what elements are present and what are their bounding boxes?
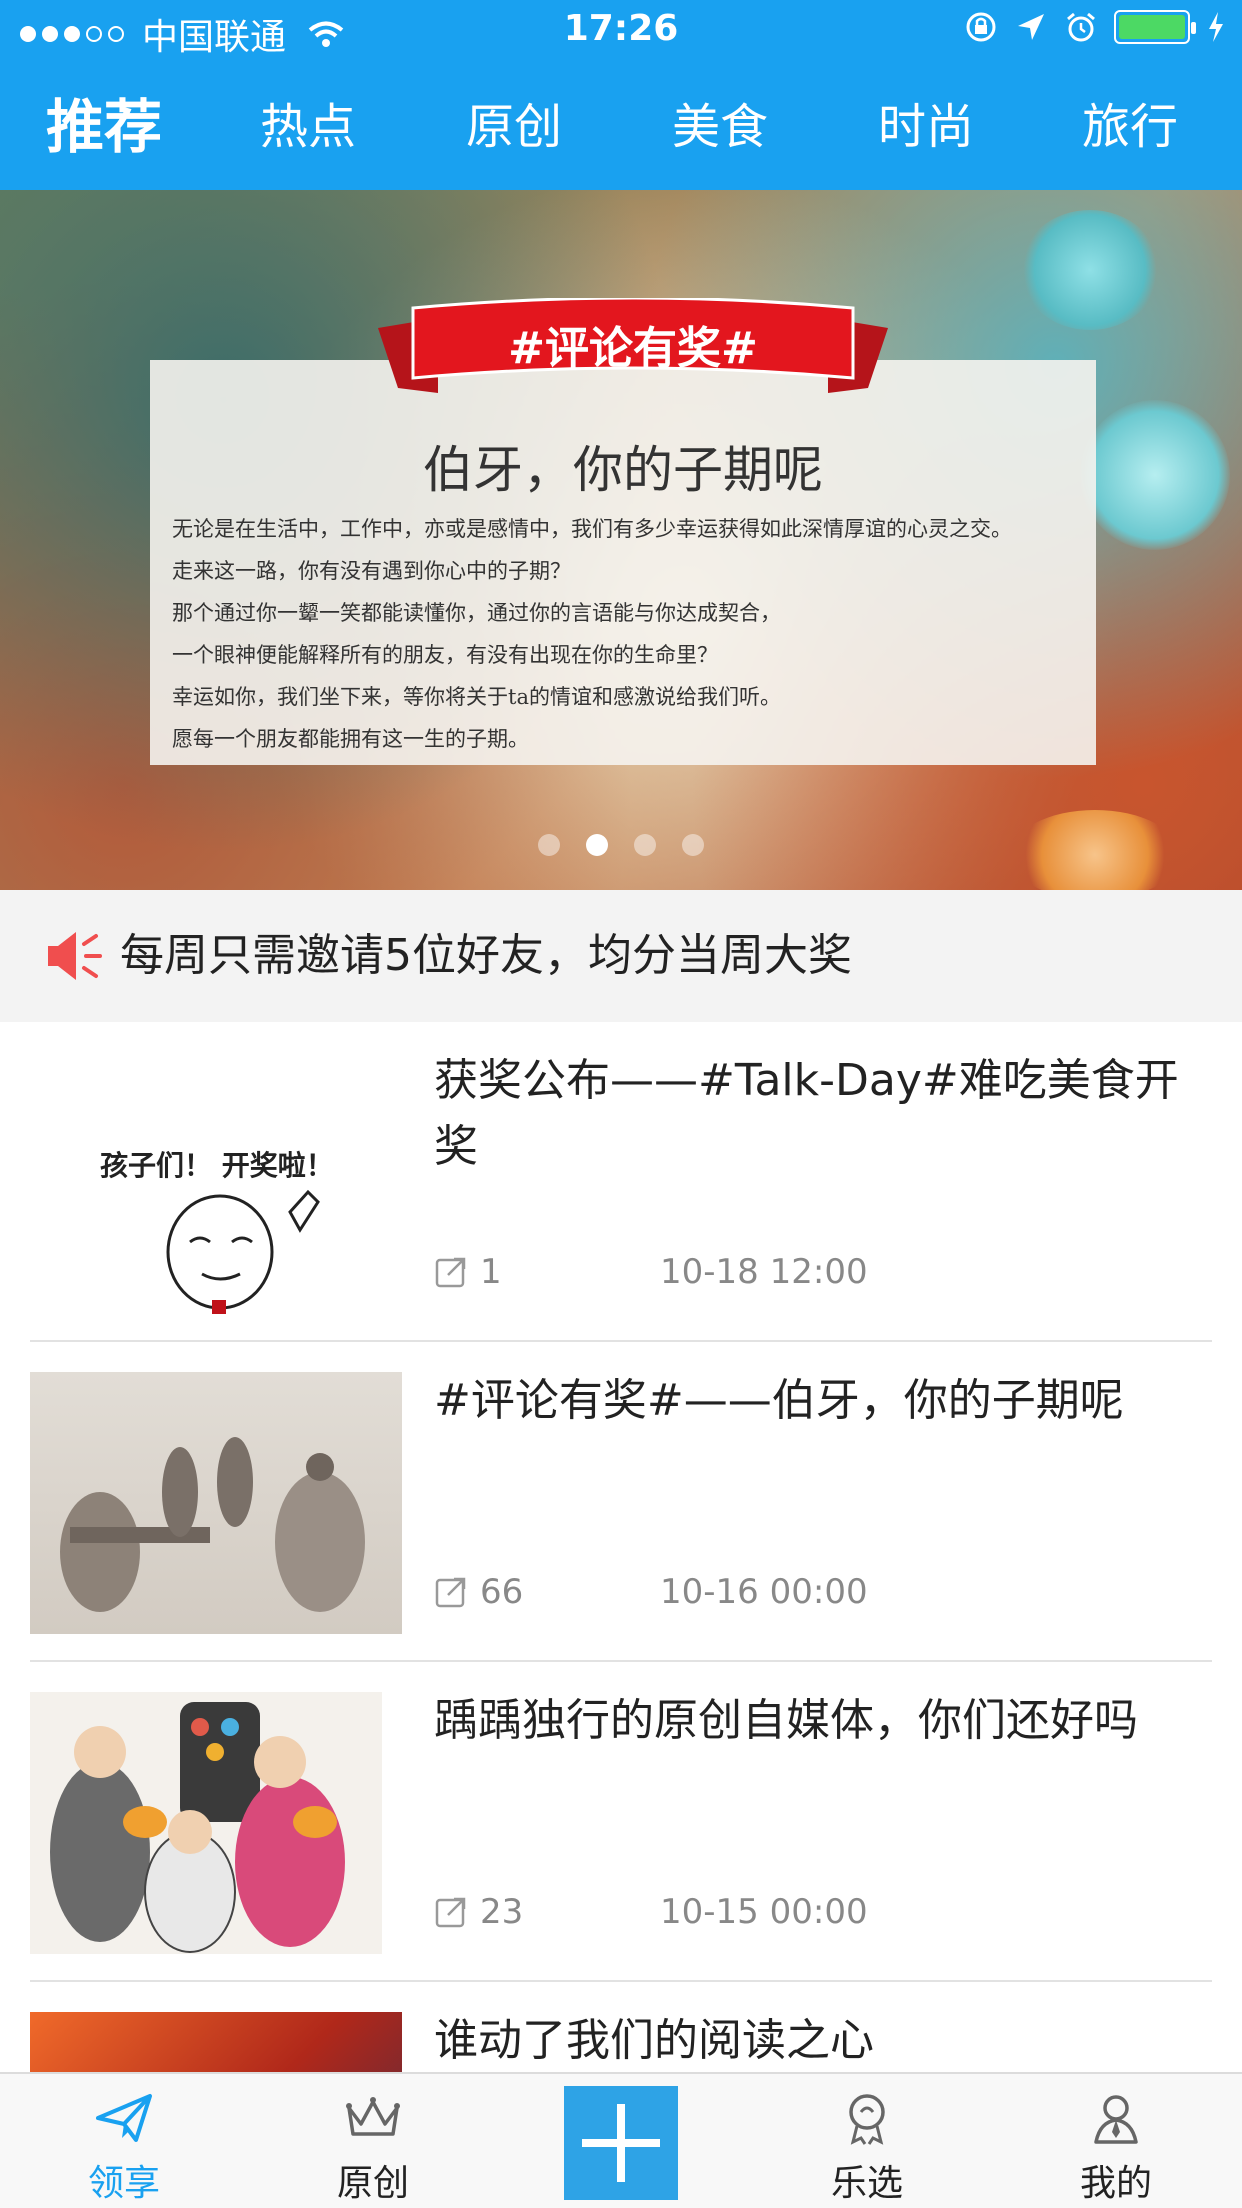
share-icon[interactable]: [434, 1895, 468, 1929]
article-title[interactable]: #评论有奖#——伯牙，你的子期呢: [434, 1368, 1194, 1434]
plus-icon: [582, 2104, 660, 2182]
tabbar-item-mine[interactable]: 我的: [1026, 2074, 1206, 2208]
status-bar: 中国联通 17:26: [0, 0, 1242, 60]
share-icon[interactable]: [434, 1575, 468, 1609]
tabbar-label: 原创: [336, 2163, 409, 2204]
list-item[interactable]: 踽踽独行的原创自媒体，你们还好吗 23 10-15 00:00: [30, 1662, 1212, 1982]
banner-line: 走来这一路，你有没有遇到你心中的子期？: [172, 559, 571, 583]
banner-title: 伯牙，你的子期呢: [423, 441, 823, 499]
charging-bolt-icon: [1209, 12, 1223, 42]
banner-line: 那个通过你一颦一笑都能读懂你，通过你的言语能与你达成契合，: [172, 601, 781, 625]
category-tabs: 推荐 热点 原创 美食 时尚 旅行: [0, 82, 1242, 172]
tabbar-label: 我的: [1079, 2163, 1152, 2204]
tabbar-item-share[interactable]: 领享: [34, 2074, 214, 2208]
tabbar-label: 乐选: [830, 2163, 903, 2204]
crown-icon: [346, 2097, 400, 2136]
share-icon[interactable]: [434, 1255, 468, 1289]
tab-food[interactable]: 美食: [672, 82, 768, 172]
list-item[interactable]: #评论有奖#——伯牙，你的子期呢 66 10-16 00:00: [30, 1342, 1212, 1662]
location-icon: [1018, 14, 1044, 40]
page-dot-active[interactable]: [586, 834, 608, 856]
tab-hot[interactable]: 热点: [260, 82, 356, 172]
top-header: 中国联通 17:26 推荐 热点 原创 美食 时尚 旅行: [0, 0, 1242, 190]
tab-original[interactable]: 原创: [466, 82, 562, 172]
rotation-lock-icon: [966, 12, 996, 42]
ink-painting-image: [60, 1437, 365, 1612]
tab-fashion[interactable]: 时尚: [878, 82, 974, 172]
medal-icon: [849, 2094, 885, 2145]
banner-line: 一个眼神便能解释所有的朋友，有没有出现在你的生命里？: [172, 643, 718, 667]
share-count: 66: [480, 1572, 524, 1612]
article-title[interactable]: 获奖公布——#Talk-Day#难吃美食开奖: [434, 1048, 1194, 1180]
page-dot[interactable]: [634, 834, 656, 856]
person-icon: [1094, 2095, 1138, 2144]
bottom-tab-bar: 领享 原创 乐选 我的: [0, 2072, 1242, 2208]
banner-line: 幸运如你，我们坐下来，等你将关于ta的情谊和感激说给我们听。: [172, 685, 781, 709]
tabbar-label: 领享: [87, 2163, 160, 2204]
page-dot[interactable]: [538, 834, 560, 856]
share-count: 23: [480, 1892, 524, 1932]
banner-page-indicator[interactable]: [0, 834, 1242, 856]
banner-body: 无论是在生活中，工作中，亦或是感情中，我们有多少幸运获得如此深情厚谊的心灵之交。…: [172, 508, 1092, 760]
list-item[interactable]: 孩子们！ 开奖啦！ 获奖公布——#Talk-Day#难吃美食开奖 1 10-18…: [30, 1022, 1212, 1342]
battery-icon: [1114, 10, 1196, 44]
notice-bar[interactable]: 每周只需邀请5位好友，均分当周大奖: [0, 890, 1242, 1022]
notice-text: 每周只需邀请5位好友，均分当周大奖: [120, 930, 852, 981]
flower-decoration: [1080, 400, 1230, 550]
article-meta: 66 10-16 00:00: [434, 1572, 868, 1612]
article-thumbnail: [30, 1692, 382, 1954]
add-post-button[interactable]: [564, 2086, 678, 2200]
article-title[interactable]: 踽踽独行的原创自媒体，你们还好吗: [434, 1688, 1194, 1754]
banner-line: 愿每一个朋友都能拥有这一生的子期。: [172, 727, 529, 751]
cartoon-people-image: [50, 1702, 345, 1953]
article-thumbnail: [30, 1372, 402, 1634]
thumbnail-caption: 孩子们！ 开奖啦！: [100, 1149, 334, 1182]
banner-line: 无论是在生活中，工作中，亦或是感情中，我们有多少幸运获得如此深情厚谊的心灵之交。: [172, 517, 1012, 541]
article-date: 10-15 00:00: [660, 1892, 868, 1932]
banner-ribbon-text: #评论有奖#: [508, 323, 758, 374]
article-date: 10-18 12:00: [660, 1252, 868, 1292]
article-title[interactable]: 谁动了我们的阅读之心: [434, 2008, 1194, 2074]
tabbar-item-original[interactable]: 原创: [283, 2074, 463, 2208]
tab-recommend[interactable]: 推荐: [46, 82, 162, 172]
page-dot[interactable]: [682, 834, 704, 856]
tabbar-item-select[interactable]: 乐选: [777, 2074, 957, 2208]
paper-plane-icon: [96, 2094, 152, 2142]
tab-travel[interactable]: 旅行: [1082, 82, 1178, 172]
alarm-icon: [1067, 12, 1095, 42]
article-meta: 23 10-15 00:00: [434, 1892, 868, 1932]
article-meta: 1 10-18 12:00: [434, 1252, 868, 1292]
flower-decoration: [1020, 210, 1160, 330]
cartoon-face-image: [166, 1189, 320, 1314]
speaker-icon: [48, 932, 102, 980]
share-count: 1: [480, 1252, 502, 1292]
article-date: 10-16 00:00: [660, 1572, 868, 1612]
article-thumbnail: 孩子们！ 开奖啦！: [30, 1052, 402, 1314]
promo-banner[interactable]: #评论有奖# 伯牙，你的子期呢 无论是在生活中，工作中，亦或是感情中，我们有多少…: [0, 190, 1242, 890]
